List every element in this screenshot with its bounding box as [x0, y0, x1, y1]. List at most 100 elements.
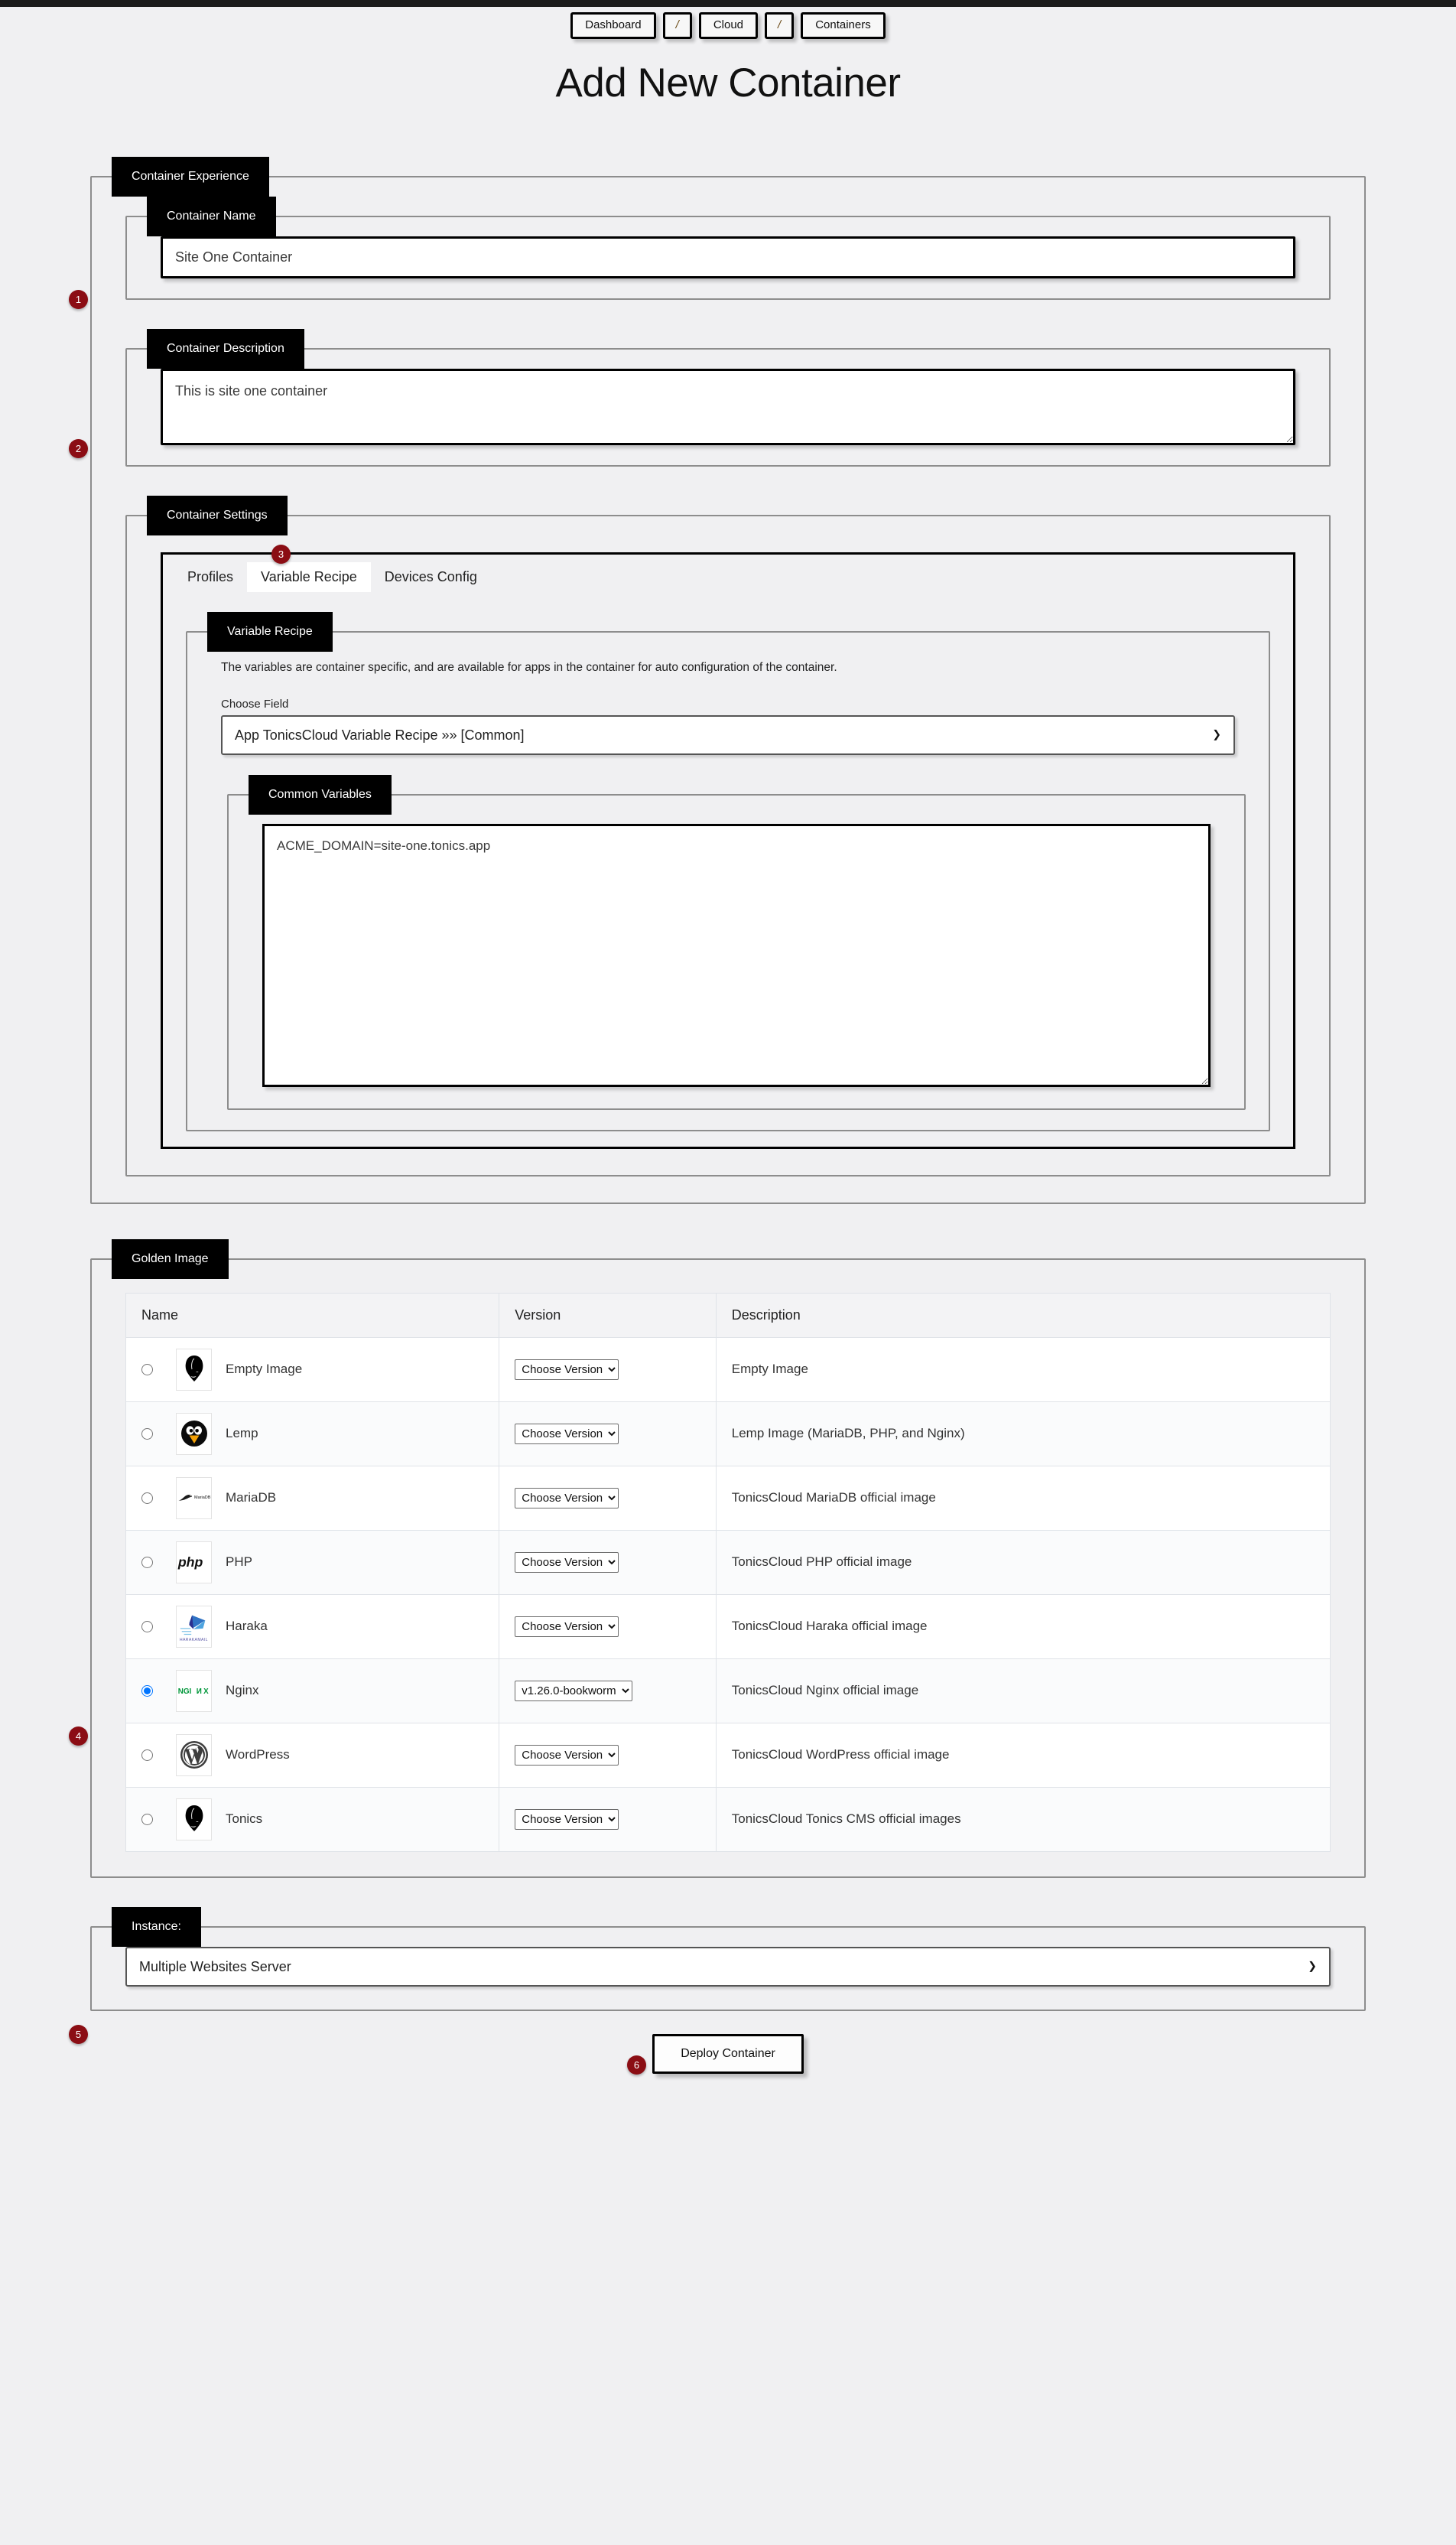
annotation-marker-3: 3 [271, 544, 291, 564]
image-name-label: WordPress [226, 1747, 290, 1762]
table-row[interactable]: Lemp Choose Version Lemp Image (MariaDB, P… [125, 1401, 1331, 1466]
annotation-marker-1: 1 [69, 289, 88, 309]
version-cell: Choose Version [499, 1401, 717, 1466]
golden-image-table: Name Version Description Empty Image Choo… [125, 1292, 1331, 1852]
name-cell: NGI N X Nginx [125, 1658, 500, 1723]
container-experience-fieldset: Container Experience 1 2 Container Name … [69, 156, 1366, 1204]
tabs-row: Profiles Variable Recipe Devices Config [163, 555, 1293, 592]
table-header-row: Name Version Description [125, 1292, 1331, 1338]
php-icon: php [176, 1541, 212, 1583]
mariadb-icon: MariaDB [176, 1476, 212, 1519]
name-cell: Empty Image [125, 1336, 500, 1402]
version-select-haraka[interactable]: Choose Version [515, 1616, 619, 1637]
common-variables-textarea[interactable]: ACME_DOMAIN=site-one.tonics.app [262, 823, 1211, 1087]
version-select-php[interactable]: Choose Version [515, 1551, 619, 1573]
description-cell: Empty Image [715, 1336, 1331, 1402]
table-row[interactable]: Tonics Choose Version TonicsCloud Tonics C… [125, 1786, 1331, 1852]
golden-image-fieldset: Golden Image 4 Name Version Description … [69, 1238, 1366, 1878]
tonics-mask-icon [176, 1348, 212, 1391]
table-row[interactable]: php PHP Choose Version TonicsCloud PHP offi… [125, 1529, 1331, 1595]
instance-fieldset: Instance: 5 Multiple Websites Server ❯ [69, 1906, 1366, 2044]
version-select-lemp[interactable]: Choose Version [515, 1423, 619, 1444]
annotation-marker-4: 4 [69, 1726, 88, 1746]
image-name-label: PHP [226, 1554, 252, 1569]
table-row[interactable]: NGI N X Nginx v1.26.0-bookworm TonicsCloud Ng… [125, 1658, 1331, 1723]
version-select-tonics[interactable]: Choose Version [515, 1808, 619, 1830]
container-settings-legend: Container Settings [147, 495, 288, 535]
tab-devices-config[interactable]: Devices Config [371, 562, 491, 592]
penguin-icon [176, 1412, 212, 1455]
name-cell: MariaDB MariaDB [125, 1465, 500, 1531]
container-name-input[interactable] [161, 236, 1295, 278]
version-cell: v1.26.0-bookworm [499, 1658, 717, 1723]
table-row[interactable]: HARAKAMAIL Haraka Choose Version TonicsClou… [125, 1593, 1331, 1659]
version-cell: Choose Version [499, 1336, 717, 1402]
description-cell: TonicsCloud Haraka official image [715, 1593, 1331, 1659]
tonics-mask-icon [176, 1798, 212, 1840]
column-header-name: Name [125, 1292, 500, 1338]
description-cell: TonicsCloud WordPress official image [715, 1722, 1331, 1788]
golden-image-radio-nginx[interactable] [141, 1684, 153, 1697]
version-cell: Choose Version [499, 1722, 717, 1788]
instance-legend: Instance: [112, 1906, 201, 1947]
common-variables-fieldset: Common Variables ACME_DOMAIN=site-one.to… [227, 774, 1246, 1110]
version-cell: Choose Version [499, 1465, 717, 1531]
instance-select[interactable]: Multiple Websites Server [125, 1946, 1331, 1987]
golden-image-table-head: Name Version Description [125, 1292, 1331, 1338]
instance-select-wrap: Multiple Websites Server ❯ [125, 1946, 1331, 1987]
column-header-description: Description [715, 1292, 1331, 1338]
container-description-legend: Container Description [147, 328, 304, 369]
choose-field-select[interactable]: App TonicsCloud Variable Recipe »» [Comm… [221, 714, 1235, 755]
image-name-label: MariaDB [226, 1490, 277, 1505]
container-settings-fieldset: Container Settings 3 Profiles Variable R… [125, 495, 1331, 1176]
container-description-fieldset: Container Description This is site one c… [125, 328, 1331, 467]
breadcrumb-separator-2: / [765, 12, 795, 39]
page-title: Add New Container [555, 60, 901, 106]
golden-image-radio-tonics[interactable] [141, 1813, 153, 1825]
annotation-marker-5: 5 [69, 2024, 88, 2044]
breadcrumb-item-dashboard[interactable]: Dashboard [570, 12, 656, 39]
name-cell: Lemp [125, 1401, 500, 1466]
container-description-textarea[interactable]: This is site one container [161, 368, 1295, 445]
name-cell: php PHP [125, 1529, 500, 1595]
golden-image-radio-empty-image[interactable] [141, 1363, 153, 1375]
column-header-version: Version [499, 1292, 717, 1338]
breadcrumb: Dashboard / Cloud / Containers [0, 12, 1456, 39]
breadcrumb-item-containers[interactable]: Containers [801, 12, 886, 39]
image-name-label: Empty Image [226, 1362, 303, 1376]
table-row[interactable]: Empty Image Choose Version Empty Image [125, 1336, 1331, 1402]
container-settings-tabs-panel: 3 Profiles Variable Recipe Devices Confi… [161, 544, 1295, 1149]
golden-image-radio-wordpress[interactable] [141, 1749, 153, 1761]
tab-profiles[interactable]: Profiles [174, 562, 247, 592]
golden-image-table-body: Empty Image Choose Version Empty Image Lemp… [125, 1336, 1331, 1852]
choose-field-label: Choose Field [221, 697, 289, 711]
description-cell: TonicsCloud MariaDB official image [715, 1465, 1331, 1531]
svg-text:php: php [177, 1554, 203, 1570]
annotation-marker-2: 2 [69, 438, 88, 458]
tab-variable-recipe[interactable]: Variable Recipe [247, 561, 371, 592]
golden-image-radio-haraka[interactable] [141, 1620, 153, 1632]
image-name-label: Haraka [226, 1619, 268, 1633]
description-cell: TonicsCloud Tonics CMS official images [715, 1786, 1331, 1852]
golden-image-radio-php[interactable] [141, 1556, 153, 1568]
golden-image-radio-mariadb[interactable] [141, 1492, 153, 1504]
version-select-wordpress[interactable]: Choose Version [515, 1744, 619, 1766]
version-select-mariadb[interactable]: Choose Version [515, 1487, 619, 1508]
nginx-icon: NGI N X [176, 1669, 212, 1712]
deploy-container-wrap: 6 Deploy Container [0, 2033, 1456, 2075]
svg-text:HARAKAMAIL: HARAKAMAIL [179, 1638, 207, 1642]
table-row[interactable]: MariaDB MariaDB Choose Version TonicsCloud … [125, 1465, 1331, 1531]
variable-recipe-fieldset: Variable Recipe The variables are contai… [186, 611, 1270, 1131]
breadcrumb-item-cloud[interactable]: Cloud [698, 12, 759, 39]
version-cell: Choose Version [499, 1529, 717, 1595]
version-select-nginx[interactable]: v1.26.0-bookworm [515, 1680, 633, 1701]
version-cell: Choose Version [499, 1593, 717, 1659]
deploy-container-button[interactable]: Deploy Container [652, 2033, 804, 2074]
variable-recipe-description: The variables are container specific, an… [221, 660, 837, 674]
golden-image-radio-lemp[interactable] [141, 1427, 153, 1440]
top-bar [0, 0, 1456, 7]
description-cell: TonicsCloud Nginx official image [715, 1658, 1331, 1723]
golden-image-legend: Golden Image [112, 1238, 229, 1279]
table-row[interactable]: WordPress Choose Version TonicsCloud WordP… [125, 1722, 1331, 1788]
version-select-empty-image[interactable]: Choose Version [515, 1359, 619, 1380]
